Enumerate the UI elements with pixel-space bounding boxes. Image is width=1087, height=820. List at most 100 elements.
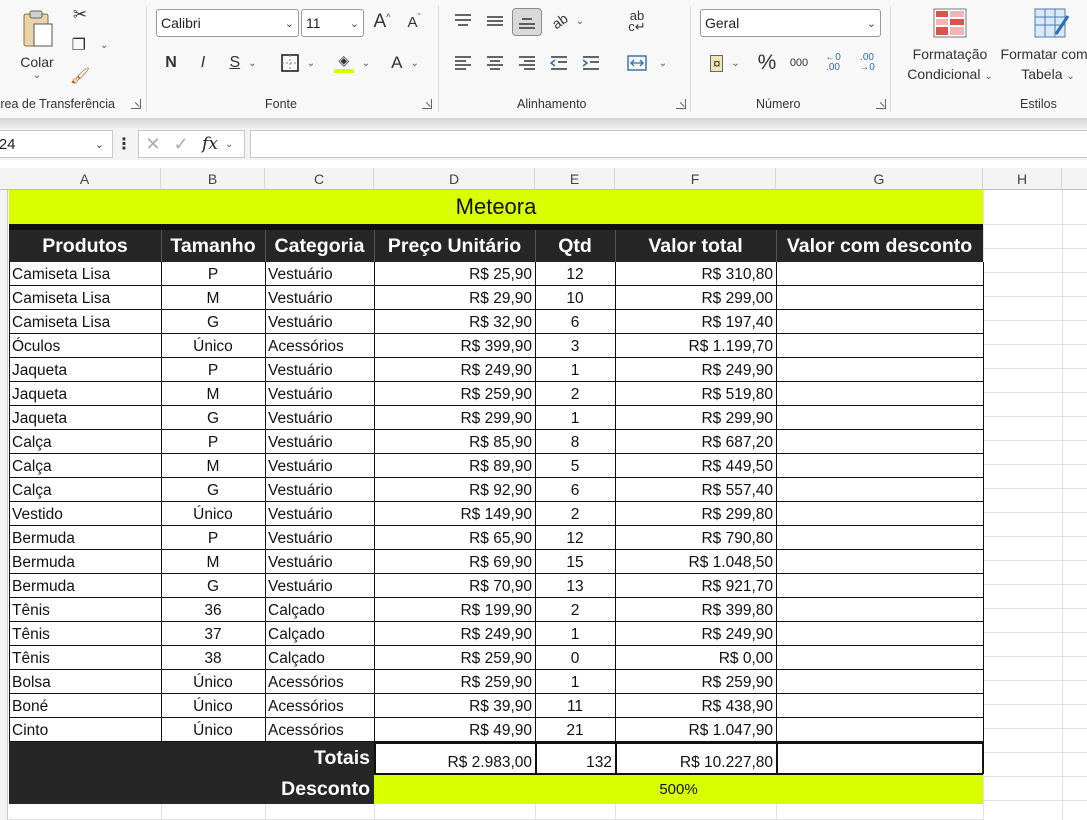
decrease-indent-button[interactable]	[546, 50, 572, 76]
table-cell[interactable]: 36	[161, 598, 265, 622]
table-cell[interactable]: R$ 25,90	[374, 262, 535, 286]
table-cell[interactable]	[776, 334, 983, 358]
table-cell[interactable]: 1	[535, 406, 615, 430]
table-cell[interactable]: Jaqueta	[9, 406, 161, 430]
align-center-button[interactable]	[482, 50, 508, 76]
grow-font-button[interactable]: A ^	[370, 9, 394, 35]
table-cell[interactable]	[776, 454, 983, 478]
table-cell[interactable]: Boné	[9, 694, 161, 718]
table-cell[interactable]: R$ 249,90	[374, 622, 535, 646]
table-cell[interactable]: M	[161, 286, 265, 310]
table-cell[interactable]: Bolsa	[9, 670, 161, 694]
table-cell[interactable]	[776, 358, 983, 382]
table-cell[interactable]: G	[161, 478, 265, 502]
name-box[interactable]: C24 ⌄	[0, 130, 113, 158]
table-cell[interactable]: Tênis	[9, 646, 161, 670]
column-header-b[interactable]: B	[161, 168, 265, 190]
accounting-format-button[interactable]: ¤ ⌄	[702, 50, 748, 76]
table-cell[interactable]	[776, 574, 983, 598]
table-cell[interactable]: 3	[535, 334, 615, 358]
table-cell[interactable]: R$ 32,90	[374, 310, 535, 334]
table-cell[interactable]: R$ 259,90	[374, 382, 535, 406]
sheet-title[interactable]: Meteora	[9, 190, 983, 224]
table-cell[interactable]: Tênis	[9, 622, 161, 646]
table-cell[interactable]	[776, 622, 983, 646]
table-cell[interactable]: M	[161, 550, 265, 574]
table-cell[interactable]: Calça	[9, 478, 161, 502]
paste-button[interactable]: Colar ⌄	[14, 2, 60, 88]
table-cell[interactable]: R$ 69,90	[374, 550, 535, 574]
table-cell[interactable]: 12	[535, 526, 615, 550]
header-cell[interactable]: Valor com desconto	[776, 230, 983, 262]
percent-style-button[interactable]: %	[754, 50, 780, 76]
table-cell[interactable]: Vestuário	[265, 406, 374, 430]
column-header-h[interactable]: H	[983, 168, 1062, 190]
conditional-formatting-button[interactable]: Formatação Condicional ⌄	[902, 44, 998, 87]
table-cell[interactable]: R$ 519,80	[615, 382, 776, 406]
table-cell[interactable]: Tênis	[9, 598, 161, 622]
table-cell[interactable]	[776, 646, 983, 670]
font-color-button[interactable]: A ⌄	[384, 50, 426, 76]
copy-button[interactable]: ❐ ⌄	[66, 34, 114, 56]
table-cell[interactable]: R$ 687,20	[615, 430, 776, 454]
table-cell[interactable]: Cinto	[9, 718, 161, 742]
font-name-combo[interactable]: Calibri ⌄	[156, 9, 299, 37]
table-cell[interactable]: 8	[535, 430, 615, 454]
table-cell[interactable]: Jaqueta	[9, 358, 161, 382]
table-cell[interactable]: Acessórios	[265, 670, 374, 694]
table-cell[interactable]	[776, 598, 983, 622]
table-cell[interactable]	[776, 550, 983, 574]
table-cell[interactable]: R$ 259,90	[615, 670, 776, 694]
table-cell[interactable]: Calça	[9, 430, 161, 454]
table-cell[interactable]	[776, 670, 983, 694]
table-cell[interactable]: R$ 299,90	[615, 406, 776, 430]
table-cell[interactable]: Acessórios	[265, 334, 374, 358]
table-cell[interactable]: R$ 1.199,70	[615, 334, 776, 358]
table-cell[interactable]: R$ 310,80	[615, 262, 776, 286]
table-cell[interactable]: R$ 438,90	[615, 694, 776, 718]
table-cell[interactable]: P	[161, 358, 265, 382]
column-header-e[interactable]: E	[535, 168, 615, 190]
table-cell[interactable]: R$ 399,90	[374, 334, 535, 358]
table-cell[interactable]: R$ 249,90	[615, 622, 776, 646]
table-cell[interactable]: Calçado	[265, 646, 374, 670]
table-cell[interactable]: Vestuário	[265, 286, 374, 310]
align-right-button[interactable]	[514, 50, 540, 76]
table-cell[interactable]: Calça	[9, 454, 161, 478]
table-cell[interactable]: 38	[161, 646, 265, 670]
table-cell[interactable]: Vestuário	[265, 550, 374, 574]
table-cell[interactable]: Único	[161, 670, 265, 694]
align-left-button[interactable]	[450, 50, 476, 76]
table-cell[interactable]: Único	[161, 502, 265, 526]
table-cell[interactable]: R$ 92,90	[374, 478, 535, 502]
align-middle-button[interactable]	[482, 8, 508, 34]
table-cell[interactable]: R$ 1.048,50	[615, 550, 776, 574]
table-cell[interactable]: R$ 39,90	[374, 694, 535, 718]
table-cell[interactable]: 13	[535, 574, 615, 598]
table-cell[interactable]: R$ 70,90	[374, 574, 535, 598]
table-cell[interactable]: 6	[535, 478, 615, 502]
table-cell[interactable]: 2	[535, 382, 615, 406]
table-cell[interactable]	[776, 694, 983, 718]
table-cell[interactable]	[776, 406, 983, 430]
header-cell[interactable]: Preço Unitário	[374, 230, 535, 262]
table-cell[interactable]: 10	[535, 286, 615, 310]
font-size-combo[interactable]: 11 ⌄	[301, 9, 364, 37]
increase-indent-button[interactable]	[578, 50, 604, 76]
table-cell[interactable]: R$ 449,50	[615, 454, 776, 478]
formula-input[interactable]	[250, 130, 1087, 158]
fill-color-button[interactable]: ◈ ⌄	[330, 50, 374, 76]
table-cell[interactable]: Vestuário	[265, 382, 374, 406]
table-cell[interactable]: R$ 399,80	[615, 598, 776, 622]
table-cell[interactable]: Calçado	[265, 622, 374, 646]
table-cell[interactable]: R$ 299,90	[374, 406, 535, 430]
table-cell[interactable]: R$ 299,00	[615, 286, 776, 310]
confirm-icon[interactable]: ✓	[167, 134, 195, 155]
format-as-table-button[interactable]: Formatar como Tabela ⌄	[1000, 44, 1087, 87]
bold-button[interactable]: N	[158, 50, 184, 76]
cut-button[interactable]: ✂	[68, 4, 92, 26]
table-cell[interactable]: 2	[535, 598, 615, 622]
table-cell[interactable]: Vestuário	[265, 310, 374, 334]
merge-center-button[interactable]: ⌄	[622, 50, 672, 76]
table-cell[interactable]: 11	[535, 694, 615, 718]
